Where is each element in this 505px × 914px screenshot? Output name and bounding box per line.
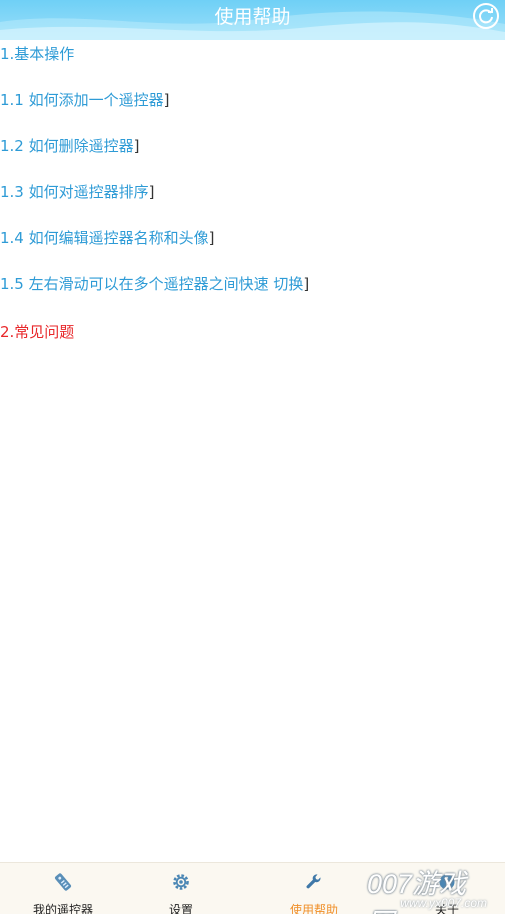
wrench-icon [306, 874, 321, 889]
help-link-1-1[interactable]: 1.1 如何添加一个遥控器] [0, 89, 169, 110]
help-link-text: 1.3 如何对遥控器排序 [0, 183, 149, 201]
help-link-text: 1.1 如何添加一个遥控器 [0, 91, 164, 109]
section-basic-operations[interactable]: 1.基本操作 [0, 43, 74, 64]
tab-label: 设置 [168, 903, 193, 914]
tab-help[interactable]: 使用帮助 [251, 863, 377, 914]
about-icon [439, 874, 455, 890]
help-link-1-3[interactable]: 1.3 如何对遥控器排序] [0, 181, 154, 202]
section-faq[interactable]: 2.常见问题 [0, 321, 74, 342]
remote-icon [54, 873, 72, 891]
help-link-1-4[interactable]: 1.4 如何编辑遥控器名称和头像] [0, 227, 214, 248]
page-title: 使用帮助 [214, 6, 291, 28]
bottom-tab-bar: 我的遥控器 设置 使用帮助 关于 [0, 862, 505, 914]
tab-label: 关于 [434, 903, 459, 914]
section-title: 2.常见问题 [0, 323, 75, 341]
refresh-button[interactable] [473, 3, 499, 29]
link-bracket: ] [303, 275, 310, 293]
link-bracket: ] [133, 137, 140, 155]
title-bar: 使用帮助 [0, 0, 505, 40]
tab-label: 我的遥控器 [32, 903, 93, 914]
help-link-text: 1.5 左右滑动可以在多个遥控器之间快速 切换 [0, 275, 304, 293]
tab-settings[interactable]: 设置 [118, 863, 244, 914]
tab-label: 使用帮助 [289, 903, 338, 914]
help-link-1-2[interactable]: 1.2 如何删除遥控器] [0, 135, 139, 156]
tab-my-remotes[interactable]: 我的遥控器 [0, 863, 126, 914]
link-bracket: ] [208, 229, 215, 247]
refresh-icon [479, 8, 493, 24]
tab-about[interactable]: 关于 [384, 863, 505, 914]
help-link-1-5[interactable]: 1.5 左右滑动可以在多个遥控器之间快速 切换] [0, 273, 309, 294]
link-bracket: ] [148, 183, 155, 201]
link-bracket: ] [163, 91, 170, 109]
gear-icon [173, 874, 189, 890]
section-title: 1.基本操作 [0, 45, 75, 63]
help-link-text: 1.2 如何删除遥控器 [0, 137, 134, 155]
help-link-text: 1.4 如何编辑遥控器名称和头像 [0, 229, 209, 247]
